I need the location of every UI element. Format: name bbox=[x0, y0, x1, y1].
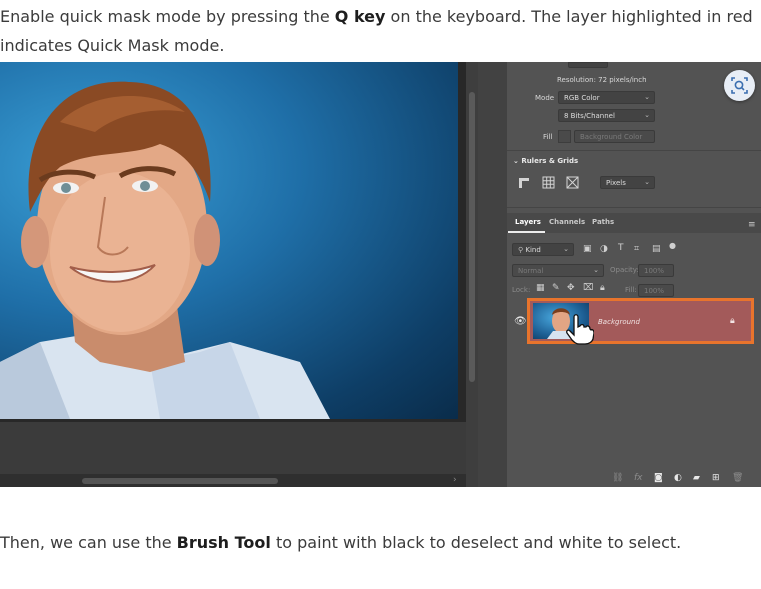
outro-text: Then, we can use the bbox=[0, 533, 177, 552]
search-icon bbox=[731, 77, 748, 94]
portrait-photo bbox=[0, 62, 458, 419]
intro-paragraph: Enable quick mask mode by pressing the Q… bbox=[0, 2, 761, 60]
photoshop-screenshot: › bbox=[0, 62, 761, 487]
intro-text: Enable quick mask mode by pressing the bbox=[0, 7, 335, 26]
canvas-pasteboard bbox=[0, 422, 466, 474]
outro-paragraph: Then, we can use the Brush Tool to paint… bbox=[0, 528, 761, 557]
horizontal-scroll-thumb[interactable] bbox=[82, 478, 278, 484]
vertical-scroll-thumb[interactable] bbox=[469, 92, 475, 382]
toolbar-gutter bbox=[478, 62, 507, 487]
q-key-highlight: Q key bbox=[334, 7, 386, 26]
document-canvas bbox=[0, 62, 466, 487]
properties-layers-panel bbox=[507, 62, 761, 487]
outro-text-tail: to paint with black to deselect and whit… bbox=[270, 533, 682, 552]
brush-tool-highlight: Brush Tool bbox=[176, 533, 271, 552]
visual-search-button[interactable] bbox=[724, 70, 755, 101]
man-portrait-image bbox=[0, 81, 330, 419]
scroll-right-icon[interactable]: › bbox=[453, 475, 457, 485]
